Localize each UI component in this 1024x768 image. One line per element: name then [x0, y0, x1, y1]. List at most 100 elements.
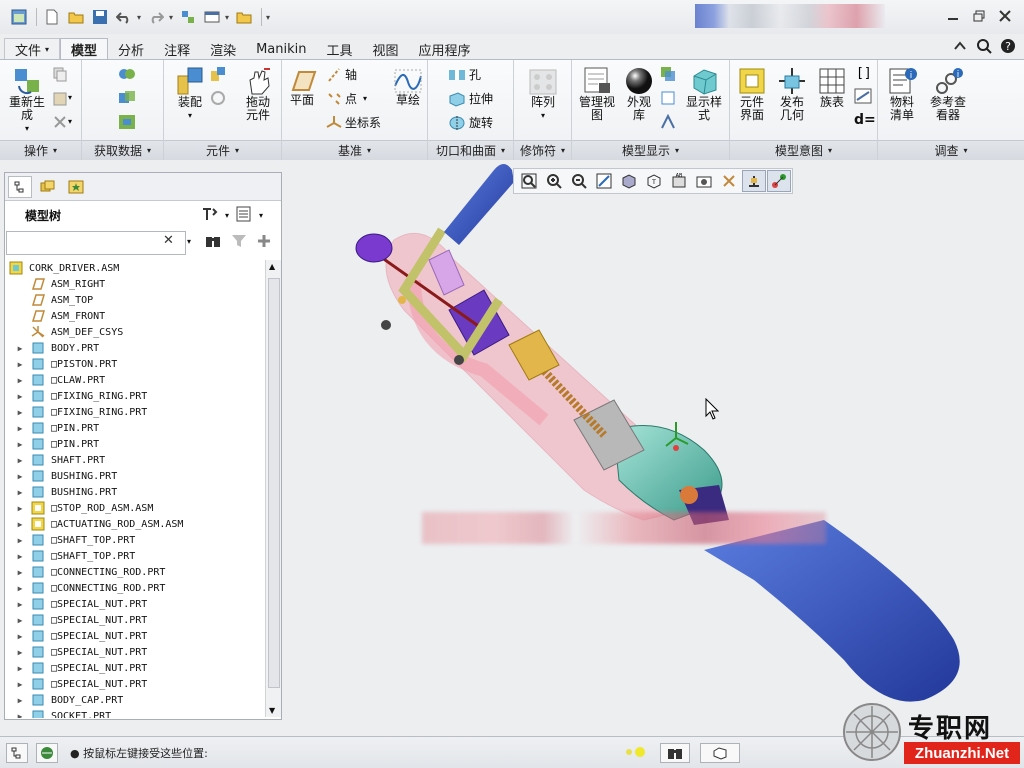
copy-geometry-icon[interactable]: [118, 90, 139, 106]
toggle-navigator-icon[interactable]: [6, 743, 28, 763]
add-column-icon[interactable]: [257, 234, 271, 251]
scroll-up-icon[interactable]: ▲: [269, 262, 275, 271]
tab-view[interactable]: 视图: [363, 38, 409, 60]
switch-dimensions-icon[interactable]: [854, 88, 875, 104]
graphics-area[interactable]: [284, 160, 1024, 730]
tree-item[interactable]: ▶ □SPECIAL_NUT.PRT: [15, 660, 147, 676]
window-icon[interactable]: [8, 6, 30, 28]
tree-item[interactable]: ▶ □SPECIAL_NUT.PRT: [15, 676, 147, 692]
expand-icon[interactable]: ▶: [15, 376, 25, 385]
bom-button[interactable]: i 物料清单: [882, 66, 922, 122]
tree-item[interactable]: ASM_FRONT: [15, 308, 105, 324]
perspective-view-icon[interactable]: [692, 170, 716, 192]
annotation-display-icon[interactable]: [767, 170, 791, 192]
expand-icon[interactable]: ▶: [15, 520, 25, 529]
tree-item[interactable]: ▶ □SPECIAL_NUT.PRT: [15, 596, 147, 612]
tab-tools[interactable]: 工具: [317, 38, 363, 60]
expand-icon[interactable]: ▶: [15, 536, 25, 545]
tree-item[interactable]: ▶ □SHAFT_TOP.PRT: [15, 532, 135, 548]
cork-driver-model[interactable]: [284, 160, 1024, 730]
tree-item[interactable]: CORK_DRIVER.ASM: [9, 260, 119, 276]
tree-item[interactable]: ▶ SOCKET.PRT: [15, 708, 111, 718]
undo-dropdown-icon[interactable]: ▾: [137, 13, 141, 22]
pattern-button[interactable]: 阵列 ▾: [522, 68, 564, 122]
tab-render[interactable]: 渲染: [200, 38, 246, 60]
expand-icon[interactable]: ▶: [15, 504, 25, 513]
scrollbar-thumb[interactable]: [268, 278, 280, 688]
new-icon[interactable]: [41, 6, 63, 28]
tree-item[interactable]: ASM_TOP: [15, 292, 93, 308]
expand-icon[interactable]: ▶: [15, 440, 25, 449]
chevron-down-icon[interactable]: ▾: [68, 117, 72, 126]
clear-search-icon[interactable]: ✕: [163, 233, 174, 248]
tree-item[interactable]: ▶ □SPECIAL_NUT.PRT: [15, 628, 147, 644]
expand-icon[interactable]: ▶: [15, 568, 25, 577]
windows-icon[interactable]: [201, 6, 223, 28]
filter-icon[interactable]: [231, 234, 247, 251]
tree-search-input[interactable]: [6, 231, 186, 255]
group-label-operations[interactable]: 操作 ▾: [0, 140, 81, 160]
tree-item[interactable]: ASM_RIGHT: [15, 276, 105, 292]
socket-part[interactable]: [704, 520, 960, 702]
user-defined-feature-icon[interactable]: [118, 66, 139, 82]
tab-model-tree[interactable]: [8, 175, 32, 198]
repeat-icon[interactable]: [210, 90, 229, 106]
chevron-down-icon[interactable]: ▾: [259, 211, 263, 220]
regenerate-icon[interactable]: [177, 6, 199, 28]
datum-display-filters-icon[interactable]: [717, 170, 741, 192]
tree-item[interactable]: ▶ □PIN.PRT: [15, 436, 99, 452]
tree-item[interactable]: ▶ □SPECIAL_NUT.PRT: [15, 612, 147, 628]
redo-dropdown-icon[interactable]: ▾: [169, 13, 173, 22]
help-icon[interactable]: ?: [1000, 38, 1016, 57]
group-label-investigate[interactable]: 调查 ▾: [878, 140, 1024, 160]
group-label-modifier[interactable]: 修饰符 ▾: [514, 140, 571, 160]
expand-icon[interactable]: ▶: [15, 600, 25, 609]
tree-item[interactable]: ▶ BUSHING.PRT: [15, 468, 117, 484]
sketch-button[interactable]: 草绘: [390, 68, 426, 107]
spin-center-icon[interactable]: [742, 170, 766, 192]
expand-icon[interactable]: ▶: [15, 408, 25, 417]
expand-icon[interactable]: ▶: [15, 344, 25, 353]
tree-item[interactable]: ▶ □PISTON.PRT: [15, 356, 117, 372]
zoom-out-icon[interactable]: [567, 170, 591, 192]
pin-part[interactable]: [398, 296, 406, 304]
tab-manikin[interactable]: Manikin: [246, 38, 316, 60]
restore-icon[interactable]: [970, 7, 988, 25]
open-icon[interactable]: [65, 6, 87, 28]
tree-item[interactable]: ▶ BODY.PRT: [15, 340, 99, 356]
group-label-model-intent[interactable]: 模型意图 ▾: [730, 140, 877, 160]
expand-icon[interactable]: ▶: [15, 584, 25, 593]
parameters-icon[interactable]: []: [854, 64, 875, 80]
reference-viewer-button[interactable]: i 参考查看器: [922, 66, 974, 122]
tree-item[interactable]: ▶ □FIXING_RING.PRT: [15, 404, 147, 420]
publish-geometry-button[interactable]: 发布几何: [772, 66, 812, 122]
pin-part[interactable]: [381, 320, 391, 330]
tree-item[interactable]: ▶ □PIN.PRT: [15, 420, 99, 436]
tree-item[interactable]: ▶ BODY_CAP.PRT: [15, 692, 123, 708]
cosmetic-icon[interactable]: [660, 90, 679, 106]
component-interface-button[interactable]: 元件界面: [732, 66, 772, 122]
tree-item[interactable]: ▶ □CONNECTING_ROD.PRT: [15, 580, 165, 596]
display-style-icon[interactable]: [617, 170, 641, 192]
expand-icon[interactable]: ▶: [15, 424, 25, 433]
close-icon[interactable]: [996, 7, 1014, 25]
tab-applications[interactable]: 应用程序: [409, 38, 481, 60]
minimize-icon[interactable]: [944, 7, 962, 25]
expand-icon[interactable]: ▶: [15, 664, 25, 673]
tree-item[interactable]: ASM_DEF_CSYS: [15, 324, 123, 340]
expand-icon[interactable]: ▶: [15, 456, 25, 465]
refit-icon[interactable]: [517, 170, 541, 192]
windows-dropdown-icon[interactable]: ▾: [225, 13, 229, 22]
revolve-button[interactable]: 旋转: [448, 114, 493, 131]
repaint-icon[interactable]: [592, 170, 616, 192]
tree-item[interactable]: ▶ BUSHING.PRT: [15, 484, 117, 500]
tree-vertical-scrollbar[interactable]: ▲ ▼: [265, 260, 281, 717]
group-label-datum[interactable]: 基准 ▾: [282, 140, 427, 160]
expand-icon[interactable]: ▶: [15, 472, 25, 481]
plane-button[interactable]: 平面: [284, 68, 320, 107]
tab-analysis[interactable]: 分析: [108, 38, 154, 60]
show-list-icon[interactable]: [235, 206, 253, 225]
manage-views-button[interactable]: 管理视图: [576, 66, 618, 122]
tab-favorites[interactable]: [64, 176, 88, 198]
tree-item[interactable]: ▶ □CLAW.PRT: [15, 372, 105, 388]
